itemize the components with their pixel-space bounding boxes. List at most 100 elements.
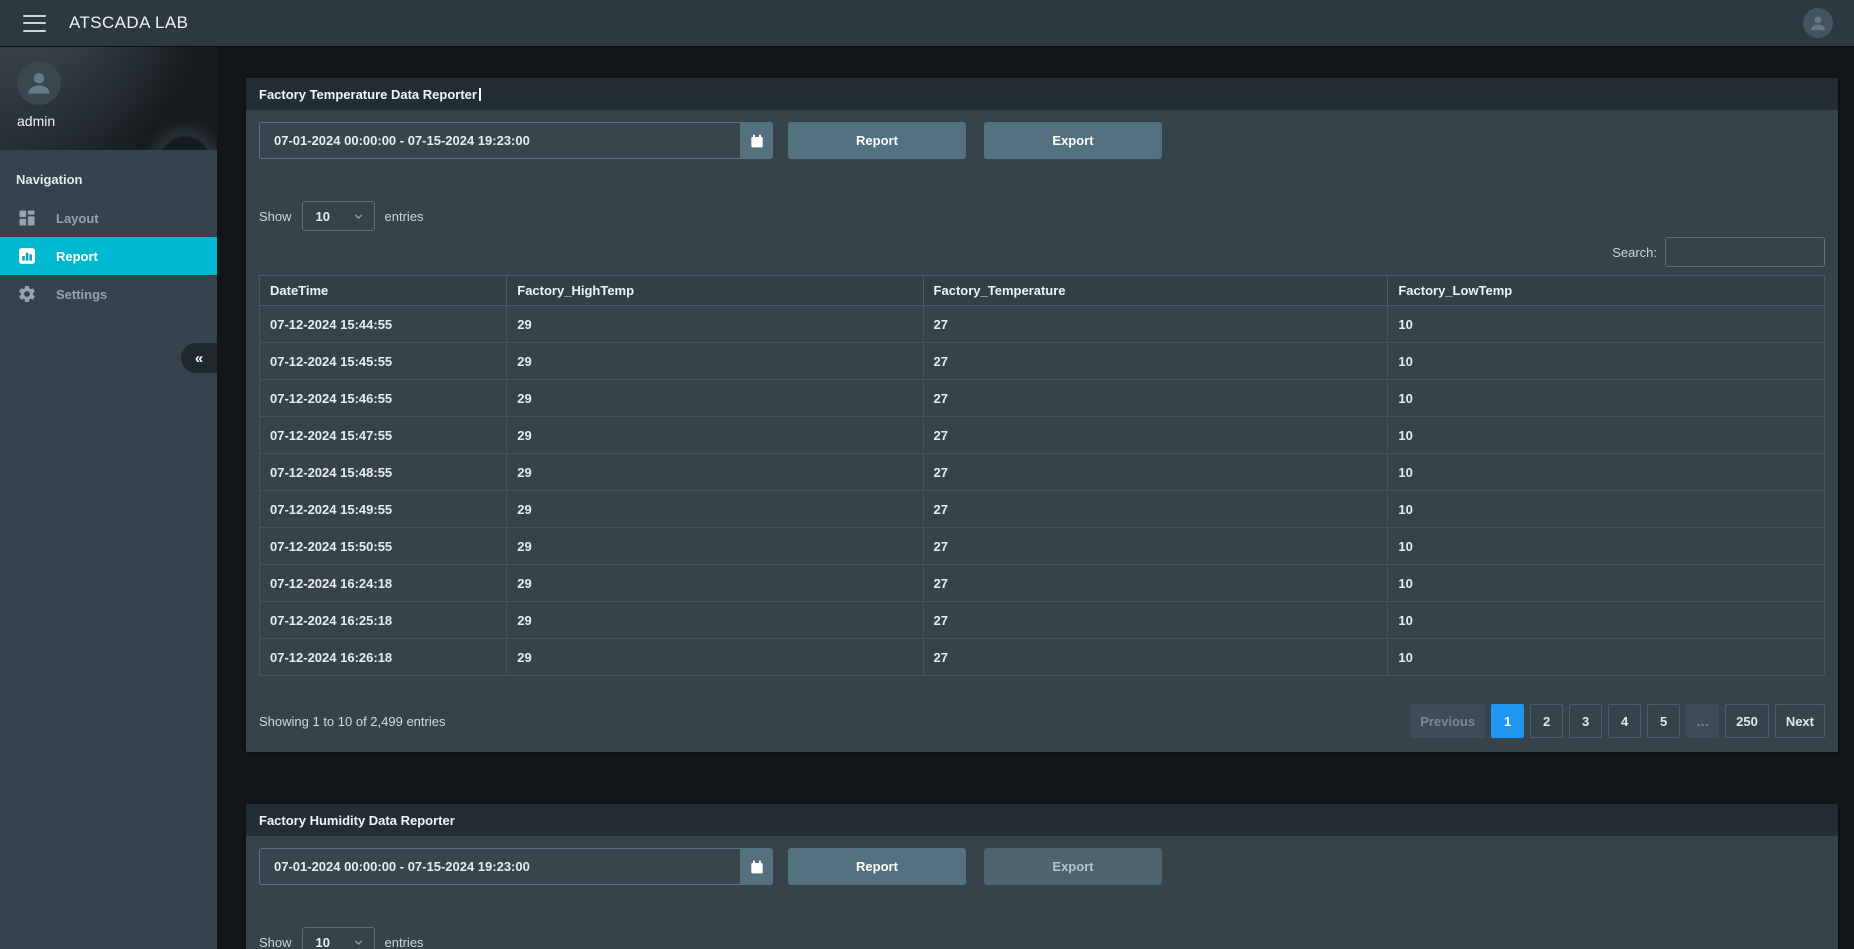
text-cursor: [479, 88, 481, 101]
user-icon: [1808, 13, 1828, 33]
table-cell: 07-12-2024 15:45:55: [260, 343, 507, 380]
table-row: 07-12-2024 16:26:18292710: [260, 639, 1825, 676]
table-cell: 07-12-2024 15:50:55: [260, 528, 507, 565]
report-button[interactable]: Report: [788, 848, 966, 885]
sidebar-avatar: [17, 61, 61, 105]
table-cell: 27: [923, 380, 1388, 417]
table-cell: 27: [923, 454, 1388, 491]
table-cell: 29: [507, 343, 923, 380]
page-button-4[interactable]: 4: [1608, 704, 1641, 738]
column-header-datetime[interactable]: DateTime: [260, 276, 507, 306]
next-page-button[interactable]: Next: [1775, 704, 1825, 738]
show-label: Show: [259, 209, 292, 224]
table-row: 07-12-2024 15:45:55292710: [260, 343, 1825, 380]
table-cell: 27: [923, 491, 1388, 528]
calendar-icon: [749, 859, 765, 875]
export-button[interactable]: Export: [984, 848, 1162, 885]
table-row: 07-12-2024 15:49:55292710: [260, 491, 1825, 528]
report-table: DateTimeFactory_HighTempFactory_Temperat…: [259, 275, 1825, 676]
table-cell: 29: [507, 417, 923, 454]
table-cell: 10: [1388, 491, 1825, 528]
date-range-input[interactable]: 07-01-2024 00:00:00 - 07-15-2024 19:23:0…: [259, 122, 740, 159]
chevron-down-icon: [352, 210, 365, 223]
user-icon: [24, 68, 54, 98]
table-cell: 10: [1388, 454, 1825, 491]
calendar-button[interactable]: [740, 848, 773, 885]
table-cell: 07-12-2024 15:46:55: [260, 380, 507, 417]
table-row: 07-12-2024 15:47:55292710: [260, 417, 1825, 454]
page-size-select[interactable]: 10: [302, 201, 375, 231]
table-cell: 29: [507, 380, 923, 417]
page-size-value: 10: [316, 935, 330, 949]
table-cell: 07-12-2024 15:47:55: [260, 417, 507, 454]
nav-section-label: Navigation: [0, 150, 217, 199]
table-cell: 29: [507, 565, 923, 602]
page-button-5[interactable]: 5: [1647, 704, 1680, 738]
table-cell: 10: [1388, 639, 1825, 676]
table-row: 07-12-2024 15:50:55292710: [260, 528, 1825, 565]
table-cell: 27: [923, 343, 1388, 380]
topbar-user-avatar[interactable]: [1803, 8, 1833, 38]
export-button[interactable]: Export: [984, 122, 1162, 159]
table-cell: 27: [923, 639, 1388, 676]
table-row: 07-12-2024 15:48:55292710: [260, 454, 1825, 491]
panel-title-bar: Factory Temperature Data Reporter: [246, 78, 1838, 110]
humidity-report-panel: Factory Humidity Data Reporter 07-01-202…: [246, 804, 1838, 949]
column-header-factory_temperature[interactable]: Factory_Temperature: [923, 276, 1388, 306]
date-range-input[interactable]: 07-01-2024 00:00:00 - 07-15-2024 19:23:0…: [259, 848, 740, 885]
table-row: 07-12-2024 15:44:55292710: [260, 306, 1825, 343]
sidebar-nav: Layout Report Settings: [0, 199, 217, 313]
calendar-button[interactable]: [740, 122, 773, 159]
page-button-250[interactable]: 250: [1725, 704, 1769, 738]
table-cell: 27: [923, 417, 1388, 454]
sidebar-collapse-button[interactable]: «: [181, 343, 217, 373]
layout-icon: [16, 207, 38, 229]
table-cell: 29: [507, 454, 923, 491]
chevron-down-icon: [352, 936, 365, 949]
sidebar-item-settings[interactable]: Settings: [0, 275, 217, 313]
sidebar-item-layout[interactable]: Layout: [0, 199, 217, 237]
page-button-3[interactable]: 3: [1569, 704, 1602, 738]
page-size-select[interactable]: 10: [302, 927, 375, 949]
sidebar-item-label: Layout: [56, 211, 99, 226]
table-cell: 07-12-2024 16:26:18: [260, 639, 507, 676]
table-cell: 29: [507, 528, 923, 565]
main-content: Factory Temperature Data Reporter 07-01-…: [217, 47, 1854, 949]
calendar-icon: [749, 133, 765, 149]
report-button[interactable]: Report: [788, 122, 966, 159]
panel-title: Factory Humidity Data Reporter: [259, 813, 455, 828]
previous-page-button: Previous: [1410, 704, 1485, 738]
table-cell: 27: [923, 565, 1388, 602]
table-row: 07-12-2024 16:25:18292710: [260, 602, 1825, 639]
table-cell: 10: [1388, 306, 1825, 343]
page-button-2[interactable]: 2: [1530, 704, 1563, 738]
sidebar-item-label: Report: [56, 249, 98, 264]
username: admin: [17, 113, 217, 129]
table-row: 07-12-2024 16:24:18292710: [260, 565, 1825, 602]
table-cell: 10: [1388, 602, 1825, 639]
panel-title-bar: Factory Humidity Data Reporter: [246, 804, 1838, 836]
sidebar: admin Navigation Layout Report: [0, 47, 217, 949]
search-label: Search:: [1612, 245, 1657, 260]
table-cell: 10: [1388, 528, 1825, 565]
table-cell: 07-12-2024 16:25:18: [260, 602, 507, 639]
table-cell: 07-12-2024 15:49:55: [260, 491, 507, 528]
column-header-factory_lowtemp[interactable]: Factory_LowTemp: [1388, 276, 1825, 306]
topbar: ATSCADA LAB: [0, 0, 1854, 47]
search-input[interactable]: [1665, 237, 1825, 267]
show-label: Show: [259, 935, 292, 949]
sidebar-user-panel: admin: [0, 47, 217, 150]
page-button-1[interactable]: 1: [1491, 704, 1524, 738]
temperature-report-panel: Factory Temperature Data Reporter 07-01-…: [246, 78, 1838, 752]
menu-icon: [23, 15, 46, 17]
column-header-factory_hightemp[interactable]: Factory_HighTemp: [507, 276, 923, 306]
table-cell: 07-12-2024 16:24:18: [260, 565, 507, 602]
app-title: ATSCADA LAB: [69, 13, 188, 33]
sidebar-item-report[interactable]: Report: [0, 237, 217, 275]
menu-button[interactable]: [23, 15, 46, 32]
pagination: Previous12345…250Next: [1410, 704, 1825, 738]
table-cell: 27: [923, 602, 1388, 639]
table-cell: 10: [1388, 343, 1825, 380]
entries-summary: Showing 1 to 10 of 2,499 entries: [259, 714, 445, 729]
page-size-value: 10: [316, 209, 330, 224]
